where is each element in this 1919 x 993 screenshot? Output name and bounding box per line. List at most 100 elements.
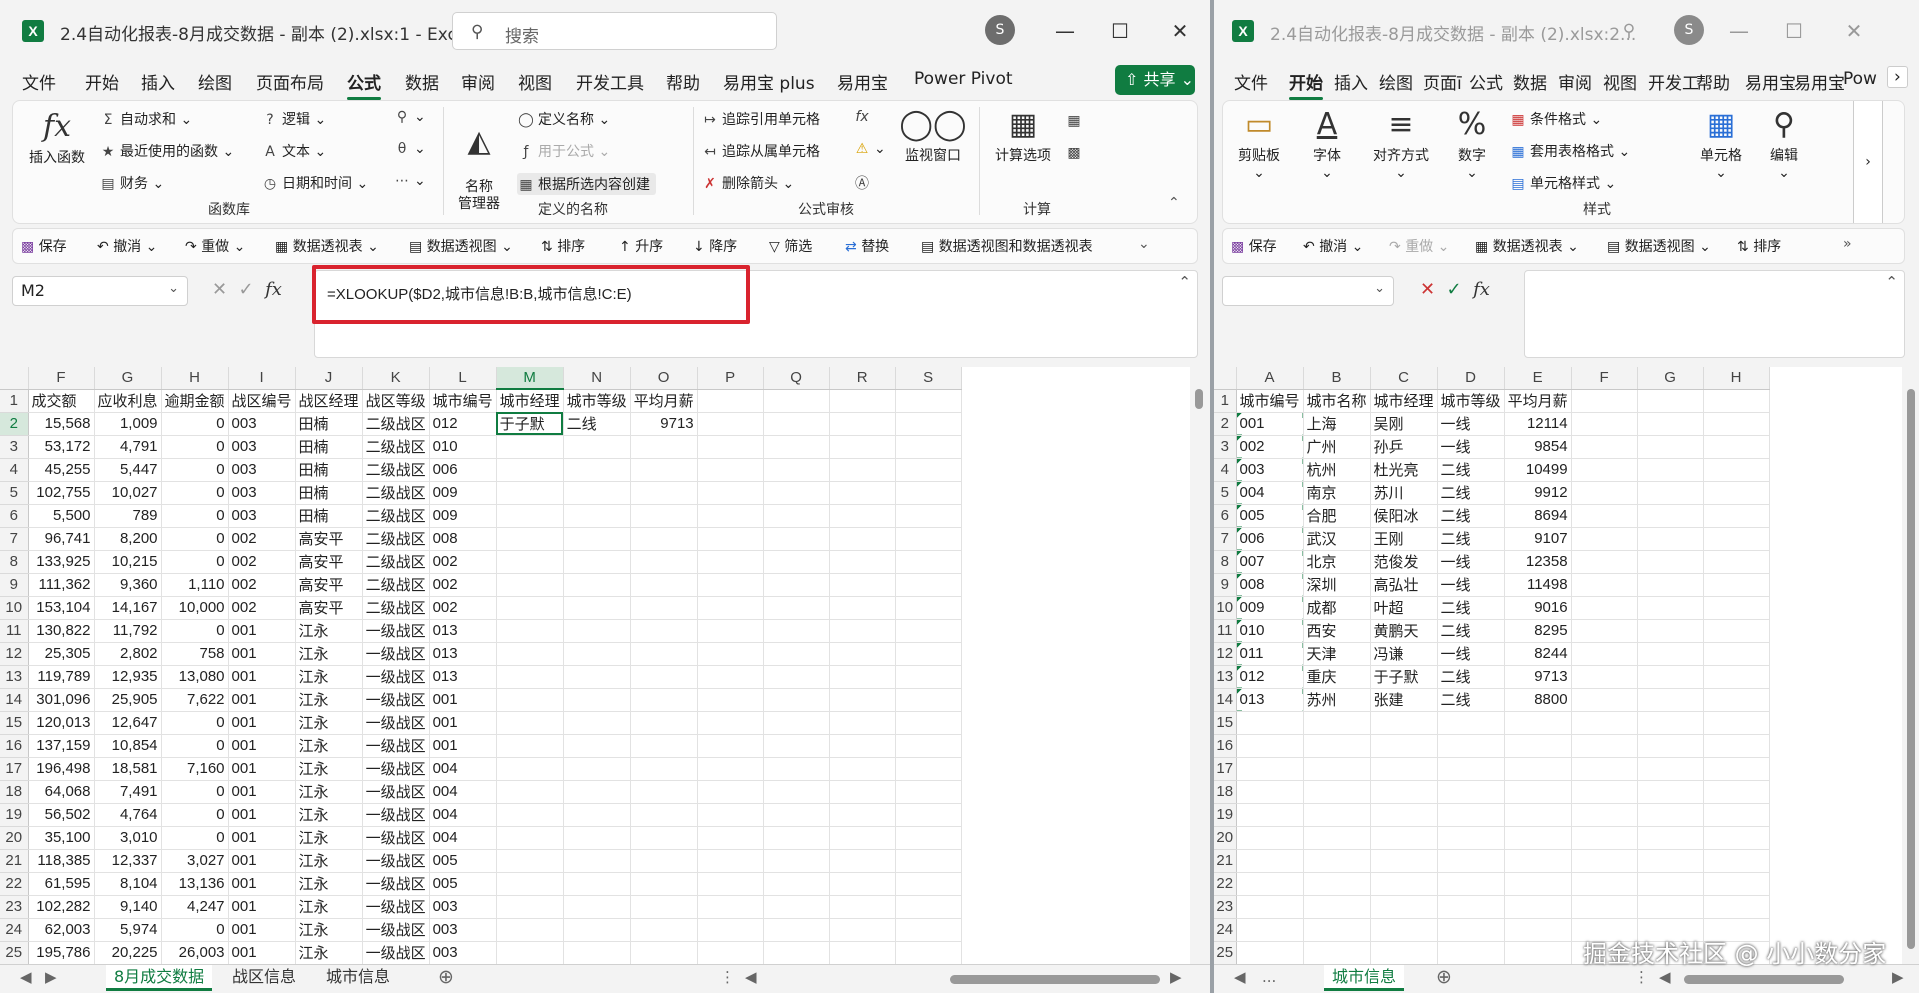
cell[interactable] <box>1303 826 1371 850</box>
column-header[interactable]: K <box>362 367 430 390</box>
cell[interactable]: 田楠 <box>295 412 363 436</box>
cell[interactable] <box>563 941 631 964</box>
cell[interactable] <box>1370 872 1438 896</box>
cell[interactable]: 001 <box>228 918 296 942</box>
cell[interactable]: 002 <box>429 550 497 574</box>
tab-easyuse[interactable]: 易用宝 <box>837 69 888 94</box>
cell[interactable] <box>763 941 830 964</box>
cell[interactable] <box>1370 849 1438 873</box>
qat-sort-desc[interactable]: ↓ 降序 <box>693 236 737 256</box>
row-header[interactable]: 3 <box>1214 435 1237 459</box>
cell[interactable] <box>1703 872 1770 896</box>
cell[interactable] <box>630 941 698 964</box>
column-header[interactable]: P <box>697 367 764 390</box>
cell[interactable] <box>1571 849 1638 873</box>
row-header[interactable]: 1 <box>1214 389 1237 413</box>
calc-now-button[interactable]: ▦ <box>1065 113 1086 129</box>
cell[interactable]: 0 <box>161 550 229 574</box>
row-header[interactable]: 15 <box>1214 711 1237 735</box>
cell[interactable]: 二线 <box>1437 481 1505 505</box>
row-header[interactable]: 4 <box>1214 458 1237 482</box>
cell[interactable] <box>1571 435 1638 459</box>
cell[interactable]: 城市经理 <box>1370 389 1438 413</box>
cell[interactable] <box>1703 619 1770 643</box>
cell[interactable] <box>697 596 764 620</box>
tab-developer[interactable]: 开发工 <box>1648 69 1699 94</box>
cell[interactable] <box>895 688 962 712</box>
tab-review[interactable]: 审阅 <box>1558 69 1592 94</box>
cell[interactable] <box>829 688 896 712</box>
cell[interactable]: 北京 <box>1303 550 1371 574</box>
cell[interactable] <box>1571 711 1638 735</box>
cell[interactable]: 003 <box>228 504 296 528</box>
cell[interactable]: 0 <box>161 435 229 459</box>
cell[interactable] <box>697 780 764 804</box>
tab-insert[interactable]: 插入 <box>1334 69 1368 94</box>
cell[interactable] <box>1571 826 1638 850</box>
cell[interactable]: 61,595 <box>28 872 95 896</box>
collapse-formula-icon[interactable]: ⌃ <box>1178 273 1191 291</box>
cell[interactable] <box>1236 941 1304 964</box>
cell[interactable]: 003 <box>228 458 296 482</box>
cell[interactable]: 002 <box>228 573 296 597</box>
cell[interactable]: 001 <box>228 688 296 712</box>
row-header[interactable]: 2 <box>1214 412 1237 436</box>
row-header[interactable]: 9 <box>0 573 29 597</box>
cell[interactable]: 二级战区 <box>362 504 430 528</box>
cell[interactable]: 成都 <box>1303 596 1371 620</box>
cell[interactable]: 高安平 <box>295 550 363 574</box>
cell[interactable] <box>697 826 764 850</box>
cell[interactable]: 0 <box>161 918 229 942</box>
cell[interactable] <box>630 895 698 919</box>
cell[interactable]: 5,974 <box>94 918 162 942</box>
cell[interactable] <box>1571 642 1638 666</box>
cell[interactable]: 高安平 <box>295 596 363 620</box>
cell[interactable]: 江永 <box>295 895 363 919</box>
cell[interactable]: 城市编号 <box>429 389 497 413</box>
cell[interactable] <box>895 435 962 459</box>
cell[interactable] <box>1703 665 1770 689</box>
cell[interactable]: 12,337 <box>94 849 162 873</box>
cell[interactable] <box>1571 895 1638 919</box>
cell[interactable] <box>1637 849 1704 873</box>
cell[interactable] <box>1703 550 1770 574</box>
cell[interactable]: 江永 <box>295 780 363 804</box>
cell[interactable]: 一级战区 <box>362 665 430 689</box>
cell[interactable]: 45,255 <box>28 458 95 482</box>
cell[interactable]: 战区等级 <box>362 389 430 413</box>
cell[interactable]: 一级战区 <box>362 757 430 781</box>
cell[interactable] <box>895 849 962 873</box>
cell[interactable] <box>1303 734 1371 758</box>
cell[interactable]: 8244 <box>1504 642 1572 666</box>
qat-undo[interactable]: ↶ 撤消 ⌄ <box>1303 236 1363 256</box>
logical-button[interactable]: ? 逻辑 ⌄ <box>261 109 326 129</box>
cell[interactable] <box>563 527 631 551</box>
cell[interactable] <box>895 803 962 827</box>
row-header[interactable]: 24 <box>1214 918 1237 942</box>
cell[interactable]: 3,027 <box>161 849 229 873</box>
qat-pivot-table[interactable]: ▦ 数据透视表 ⌄ <box>1475 236 1579 256</box>
cell[interactable]: 0 <box>161 412 229 436</box>
cell[interactable]: 二线 <box>1437 527 1505 551</box>
cell[interactable]: 53,172 <box>28 435 95 459</box>
tab-power-pivot[interactable]: Power Pivot <box>914 69 1013 89</box>
cell[interactable] <box>495 642 564 666</box>
cell[interactable]: 江永 <box>295 826 363 850</box>
cell[interactable] <box>1303 757 1371 781</box>
cell[interactable]: 003 <box>228 412 296 436</box>
cell[interactable]: 战区编号 <box>228 389 296 413</box>
cell[interactable] <box>1703 895 1770 919</box>
cell[interactable] <box>630 803 698 827</box>
search-icon[interactable]: ⚲ <box>1614 16 1644 46</box>
cell[interactable]: 苏州 <box>1303 688 1371 712</box>
collapse-formula-icon[interactable]: ⌃ <box>1885 273 1898 291</box>
cell[interactable] <box>697 688 764 712</box>
cell[interactable] <box>697 803 764 827</box>
column-header[interactable]: H <box>161 367 229 390</box>
cell[interactable]: 7,491 <box>94 780 162 804</box>
cell[interactable]: 1,110 <box>161 573 229 597</box>
cell[interactable] <box>630 619 698 643</box>
cell[interactable] <box>1504 711 1572 735</box>
cell[interactable] <box>563 918 631 942</box>
cell[interactable] <box>763 573 830 597</box>
